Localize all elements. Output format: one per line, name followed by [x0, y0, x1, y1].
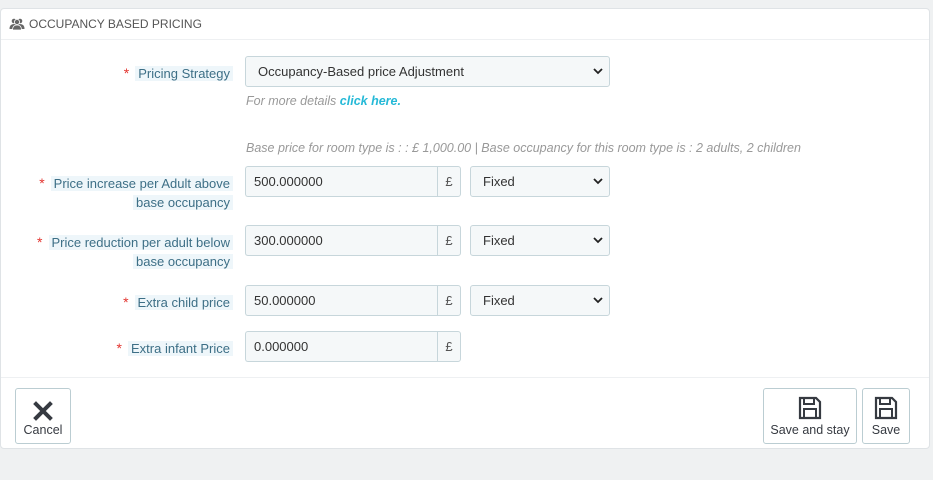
infant-price-label: * Extra infant Price [117, 339, 233, 358]
currency-addon: £ [437, 331, 461, 362]
currency-addon: £ [437, 166, 461, 197]
panel-heading: OCCUPANCY BASED PRICING [1, 9, 929, 40]
panel-footer: Cancel Save and stay Save [1, 377, 929, 450]
adult-reduction-input[interactable]: 300.000000 [245, 225, 437, 256]
more-details-link[interactable]: click here. [340, 94, 401, 108]
chevron-down-icon [593, 297, 603, 304]
pricing-strategy-select[interactable]: Occupancy-Based price Adjustment [245, 56, 610, 87]
currency-addon: £ [437, 225, 461, 256]
save-icon [874, 396, 898, 420]
required-marker: * [123, 65, 130, 81]
save-icon [798, 396, 822, 420]
child-price-label: * Extra child price [123, 293, 233, 312]
users-icon [9, 18, 25, 30]
adult-increase-type-select[interactable]: Fixed [470, 166, 610, 197]
child-price-type-select[interactable]: Fixed [470, 285, 610, 316]
panel-title: OCCUPANCY BASED PRICING [29, 17, 202, 31]
adult-increase-input[interactable]: 500.000000 [245, 166, 437, 197]
currency-addon: £ [437, 285, 461, 316]
occupancy-pricing-panel: OCCUPANCY BASED PRICING * Pricing Strateg… [0, 8, 930, 449]
chevron-down-icon [593, 68, 603, 75]
base-price-info: Base price for room type is : : £ 1,000.… [246, 141, 801, 155]
save-and-stay-button[interactable]: Save and stay [763, 388, 857, 444]
child-price-input[interactable]: 50.000000 [245, 285, 437, 316]
chevron-down-icon [593, 237, 603, 244]
more-details-help: For more details click here. [246, 94, 401, 108]
chevron-down-icon [593, 178, 603, 185]
cancel-button[interactable]: Cancel [15, 388, 71, 444]
close-icon [33, 401, 53, 421]
infant-price-input[interactable]: 0.000000 [245, 331, 437, 362]
adult-increase-label: * Price increase per Adult above base occu… [13, 174, 233, 212]
adult-reduction-type-select[interactable]: Fixed [470, 225, 610, 256]
pricing-strategy-label: * Pricing Strategy [124, 64, 233, 83]
adult-reduction-label: * Price reduction per adult below base occ… [13, 233, 233, 271]
save-button[interactable]: Save [862, 388, 910, 444]
